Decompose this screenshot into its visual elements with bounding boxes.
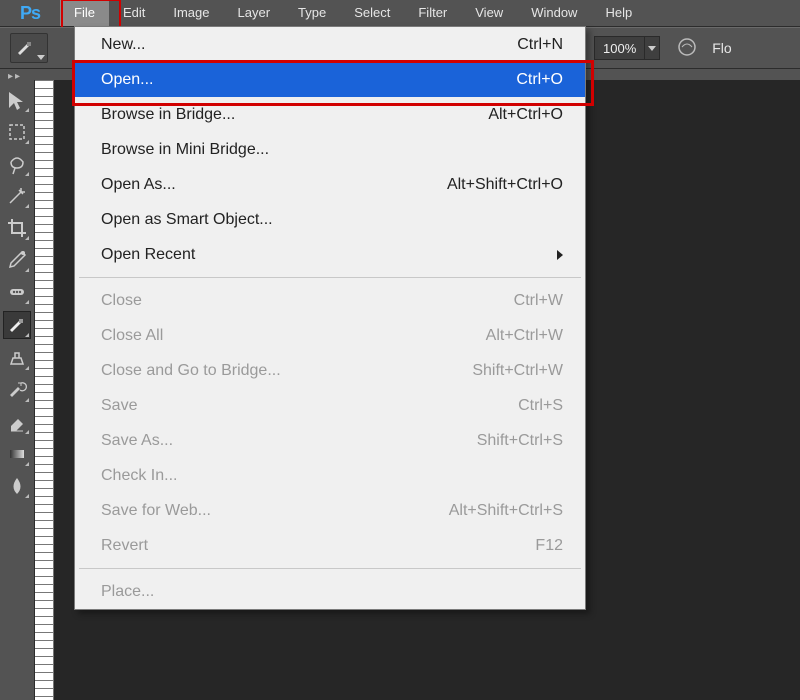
menuitem-label: Close and Go to Bridge... bbox=[101, 362, 472, 380]
menu-view[interactable]: View bbox=[461, 0, 517, 26]
menuitem-label: Close bbox=[101, 292, 514, 310]
menu-select[interactable]: Select bbox=[340, 0, 404, 26]
menu-separator bbox=[79, 277, 581, 278]
menuitem-shortcut: Ctrl+S bbox=[518, 397, 563, 415]
history-brush-tool[interactable] bbox=[4, 377, 30, 403]
menuitem-shortcut: Alt+Shift+Ctrl+O bbox=[447, 176, 563, 194]
menuitem-label: Save for Web... bbox=[101, 502, 449, 520]
menu-image[interactable]: Image bbox=[159, 0, 223, 26]
menuitem-shortcut: Ctrl+N bbox=[517, 36, 563, 54]
menuitem-browse-in-bridge[interactable]: Browse in Bridge...Alt+Ctrl+O bbox=[75, 97, 585, 132]
magic-wand-tool[interactable] bbox=[4, 183, 30, 209]
eraser-tool[interactable] bbox=[4, 409, 30, 435]
submenu-arrow-icon bbox=[557, 250, 563, 260]
menuitem-label: Close All bbox=[101, 327, 486, 345]
menuitem-close-and-go-to-bridge: Close and Go to Bridge...Shift+Ctrl+W bbox=[75, 353, 585, 388]
menuitem-label: Open... bbox=[101, 71, 516, 89]
menuitem-close-all: Close AllAlt+Ctrl+W bbox=[75, 318, 585, 353]
marquee-tool[interactable] bbox=[4, 119, 30, 145]
tool-preset-picker[interactable] bbox=[10, 33, 48, 63]
menuitem-shortcut: F12 bbox=[535, 537, 563, 555]
menu-filter[interactable]: Filter bbox=[404, 0, 461, 26]
gradient-tool[interactable] bbox=[4, 441, 30, 467]
menuitem-label: Open Recent bbox=[101, 246, 563, 264]
menuitem-shortcut: Ctrl+O bbox=[516, 71, 563, 89]
flow-label: Flo bbox=[712, 40, 731, 56]
menuitem-check-in: Check In... bbox=[75, 458, 585, 493]
menu-window[interactable]: Window bbox=[517, 0, 591, 26]
app-logo: Ps bbox=[0, 0, 60, 26]
menuitem-label: Browse in Mini Bridge... bbox=[101, 141, 563, 159]
menuitem-open-as-smart-object[interactable]: Open as Smart Object... bbox=[75, 202, 585, 237]
eyedropper-tool[interactable] bbox=[4, 247, 30, 273]
menu-separator bbox=[79, 568, 581, 569]
menu-type[interactable]: Type bbox=[284, 0, 340, 26]
crop-tool[interactable] bbox=[4, 215, 30, 241]
menuitem-browse-in-mini-bridge[interactable]: Browse in Mini Bridge... bbox=[75, 132, 585, 167]
menuitem-shortcut: Alt+Ctrl+O bbox=[488, 106, 563, 124]
menuitem-open[interactable]: Open...Ctrl+O bbox=[75, 62, 585, 97]
menuitem-label: Save bbox=[101, 397, 518, 415]
menuitem-shortcut: Shift+Ctrl+S bbox=[477, 432, 563, 450]
flow-jitter-icon[interactable] bbox=[676, 36, 698, 61]
menuitem-close: CloseCtrl+W bbox=[75, 283, 585, 318]
lasso-tool[interactable] bbox=[4, 151, 30, 177]
menu-layer[interactable]: Layer bbox=[224, 0, 285, 26]
menuitem-open-as[interactable]: Open As...Alt+Shift+Ctrl+O bbox=[75, 167, 585, 202]
zoom-value: 100% bbox=[595, 41, 644, 56]
menu-bar: Ps File Edit Image Layer Type Select Fil… bbox=[0, 0, 800, 27]
vertical-ruler bbox=[35, 80, 54, 700]
chevron-down-icon bbox=[644, 37, 659, 59]
zoom-control[interactable]: 100% bbox=[594, 36, 660, 60]
menuitem-label: Browse in Bridge... bbox=[101, 106, 488, 124]
brush-tool[interactable] bbox=[3, 311, 31, 339]
menuitem-label: Open as Smart Object... bbox=[101, 211, 563, 229]
menuitem-shortcut: Ctrl+W bbox=[514, 292, 563, 310]
blur-tool[interactable] bbox=[4, 473, 30, 499]
menuitem-new[interactable]: New...Ctrl+N bbox=[75, 27, 585, 62]
menuitem-save-for-web: Save for Web...Alt+Shift+Ctrl+S bbox=[75, 493, 585, 528]
menuitem-shortcut: Shift+Ctrl+W bbox=[472, 362, 563, 380]
clone-stamp-tool[interactable] bbox=[4, 345, 30, 371]
menu-edit[interactable]: Edit bbox=[109, 0, 159, 26]
menuitem-label: New... bbox=[101, 36, 517, 54]
menuitem-revert: RevertF12 bbox=[75, 528, 585, 563]
menu-file[interactable]: File bbox=[60, 0, 109, 26]
menuitem-open-recent[interactable]: Open Recent bbox=[75, 237, 585, 272]
healing-brush-tool[interactable] bbox=[4, 279, 30, 305]
menuitem-save-as: Save As...Shift+Ctrl+S bbox=[75, 423, 585, 458]
file-menu-dropdown: New...Ctrl+NOpen...Ctrl+OBrowse in Bridg… bbox=[74, 26, 586, 610]
tools-panel bbox=[0, 80, 35, 700]
menuitem-label: Revert bbox=[101, 537, 535, 555]
brush-icon bbox=[15, 38, 35, 58]
menuitem-place: Place... bbox=[75, 574, 585, 609]
menuitem-label: Open As... bbox=[101, 176, 447, 194]
menuitem-shortcut: Alt+Ctrl+W bbox=[486, 327, 563, 345]
move-tool[interactable] bbox=[4, 87, 30, 113]
menuitem-label: Place... bbox=[101, 583, 563, 601]
menuitem-label: Check In... bbox=[101, 467, 563, 485]
menu-help[interactable]: Help bbox=[591, 0, 646, 26]
menuitem-save: SaveCtrl+S bbox=[75, 388, 585, 423]
menuitem-label: Save As... bbox=[101, 432, 477, 450]
menuitem-shortcut: Alt+Shift+Ctrl+S bbox=[449, 502, 563, 520]
